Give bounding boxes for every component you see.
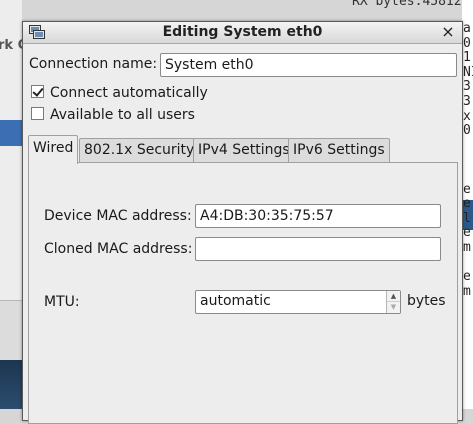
terminal-line: 3 xyxy=(463,79,471,95)
available-to-all-users-label: Available to all users xyxy=(50,107,195,123)
device-mac-label: Device MAC address: xyxy=(44,208,192,224)
connection-name-input[interactable] xyxy=(160,53,457,77)
cloned-mac-label: Cloned MAC address: xyxy=(44,241,193,257)
connection-name-label: Connection name: xyxy=(29,56,158,72)
tab-8021x-security[interactable]: 802.1x Security xyxy=(79,138,200,163)
close-icon[interactable]: × xyxy=(440,23,456,41)
terminal-line: 3 xyxy=(463,93,471,109)
arrow-down-icon[interactable]: ▼ xyxy=(387,302,400,313)
terminal-line: m xyxy=(463,283,471,299)
tab-ipv6-settings[interactable]: IPv6 Settings xyxy=(288,138,390,163)
terminal-line: m xyxy=(463,239,471,255)
editing-connection-dialog: Editing System eth0 × Connection name: C… xyxy=(22,21,463,424)
tab-wired[interactable]: Wired xyxy=(28,135,79,164)
background-desktop-wallpaper xyxy=(0,360,22,409)
checkbox-checked-icon[interactable] xyxy=(31,85,44,98)
dialog-titlebar[interactable]: Editing System eth0 × xyxy=(23,22,462,44)
mtu-spin-buttons: ▲ ▼ xyxy=(386,291,400,313)
background-window-lower xyxy=(0,300,22,360)
cloned-mac-input[interactable] xyxy=(195,237,441,261)
tab-ipv4-settings[interactable]: IPv4 Settings xyxy=(193,138,295,163)
mtu-value: automatic xyxy=(200,293,271,309)
terminal-line: l xyxy=(463,210,471,226)
terminal-line: 1, xyxy=(463,50,473,66)
settings-tabs: Wired 802.1x Security IPv4 Settings IPv6… xyxy=(28,135,458,164)
mtu-label: MTU: xyxy=(44,294,80,310)
terminal-line: 0 xyxy=(463,35,471,51)
device-mac-input[interactable] xyxy=(195,204,441,228)
background-terminal-lines: a01,NI33x0 eelem em xyxy=(463,21,473,299)
background-terminal-text: RX bytes:4581240 xyxy=(352,0,473,9)
connect-automatically-label: Connect automatically xyxy=(50,85,208,101)
terminal-line: e xyxy=(463,196,471,212)
terminal-line: e xyxy=(463,225,471,241)
terminal-line: x xyxy=(463,108,471,124)
terminal-line: NI xyxy=(463,64,473,80)
background-selection-band xyxy=(0,120,22,146)
terminal-line: e xyxy=(463,181,471,197)
mtu-spinbox[interactable]: automatic ▲ ▼ xyxy=(195,290,401,314)
available-to-all-users-checkbox[interactable]: Available to all users xyxy=(31,107,195,123)
connect-automatically-checkbox[interactable]: Connect automatically xyxy=(31,85,208,101)
arrow-up-icon[interactable]: ▲ xyxy=(387,291,400,302)
terminal-line: a xyxy=(463,21,471,36)
terminal-line: e xyxy=(463,269,471,285)
mtu-unit-label: bytes xyxy=(407,293,446,309)
terminal-line: 0 xyxy=(463,123,471,139)
checkbox-unchecked-icon[interactable] xyxy=(31,107,44,120)
wired-settings-panel: Device MAC address: Cloned MAC address: … xyxy=(28,162,458,424)
dialog-title: Editing System eth0 xyxy=(162,24,323,40)
